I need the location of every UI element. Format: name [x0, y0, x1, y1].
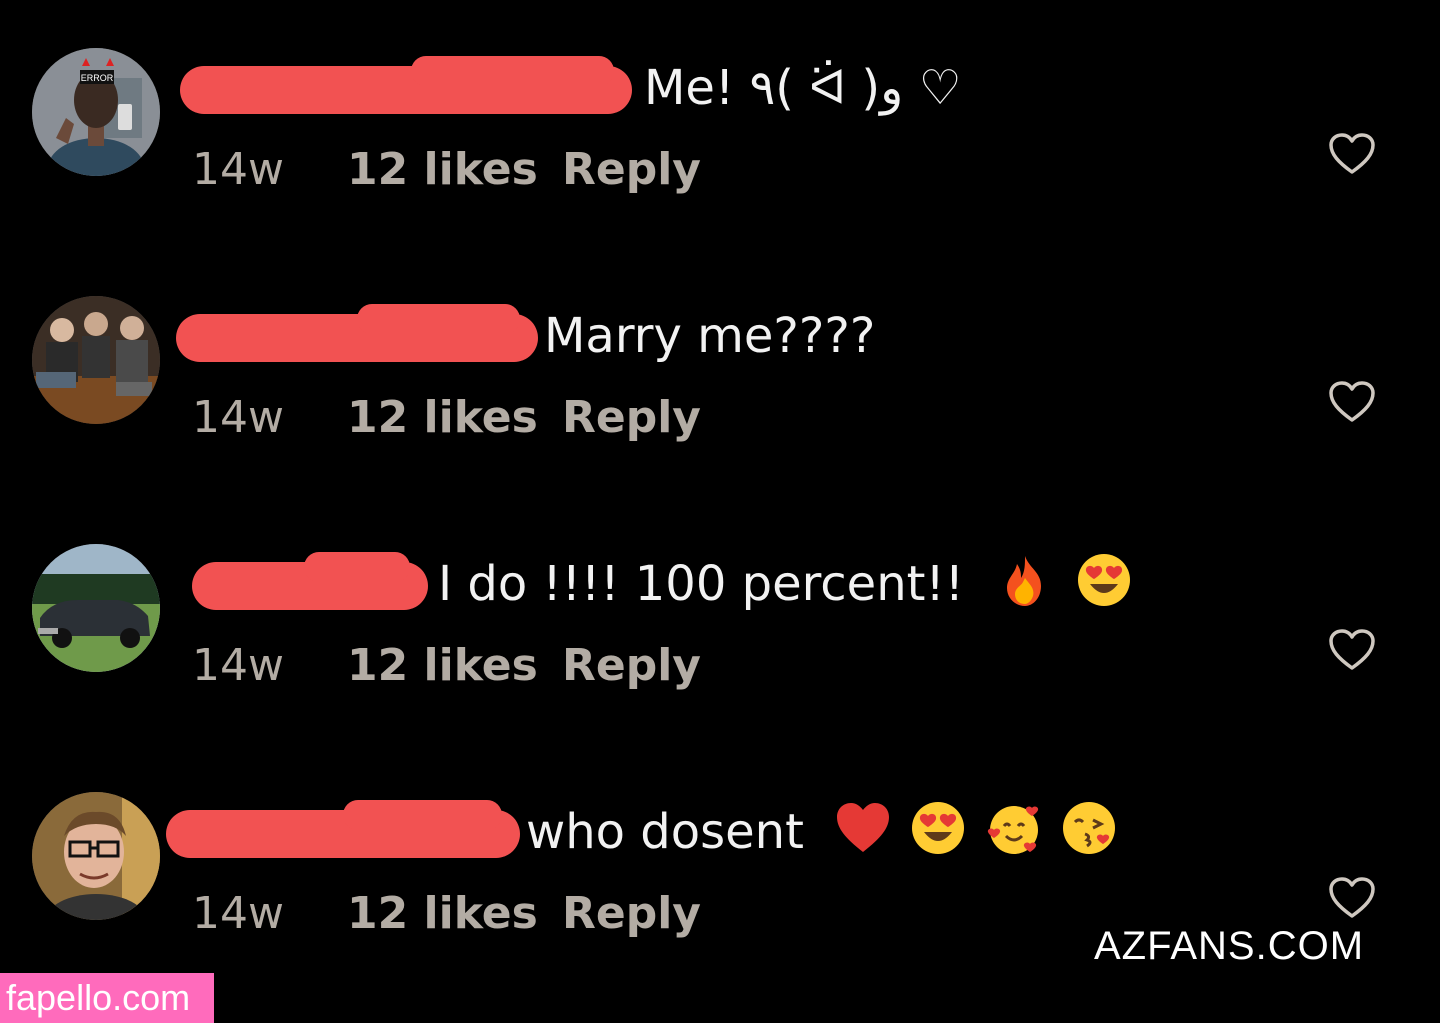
comment-item: I do !!!! 100 percent!! 14w 12 likes Rep…: [0, 544, 1440, 744]
comment-text: I do !!!! 100 percent!!: [438, 552, 1132, 616]
comment-text: Me! ٩( ᐛ )و ♡: [644, 60, 962, 116]
heart-eyes-emoji: [910, 800, 966, 856]
reply-button[interactable]: Reply: [562, 390, 701, 446]
comment-text-body: who dosent: [526, 804, 804, 860]
avatar[interactable]: [32, 544, 160, 672]
comment-likes[interactable]: 12 likes: [347, 390, 538, 446]
comment-item: Marry me???? 14w 12 likes Reply: [0, 296, 1440, 496]
redacted-username: [166, 800, 520, 858]
comment-likes[interactable]: 12 likes: [347, 886, 538, 942]
like-heart-icon[interactable]: [1328, 132, 1376, 176]
reply-button[interactable]: Reply: [562, 886, 701, 942]
reply-button[interactable]: Reply: [562, 142, 701, 198]
like-heart-icon[interactable]: [1328, 876, 1376, 920]
comment-time: 14w: [192, 144, 284, 195]
avatar[interactable]: [32, 792, 160, 920]
avatar[interactable]: ERROR: [32, 48, 160, 176]
comment-text: who dosent: [526, 800, 1117, 864]
reply-button[interactable]: Reply: [562, 638, 701, 694]
like-heart-icon[interactable]: [1328, 380, 1376, 424]
red-heart-emoji: [835, 800, 891, 856]
like-heart-icon[interactable]: [1328, 628, 1376, 672]
comment-time: 14w: [192, 640, 284, 691]
svg-text:ERROR: ERROR: [81, 73, 114, 83]
redacted-username: [176, 304, 538, 362]
avatar[interactable]: [32, 296, 160, 424]
comment-item: ERROR Me! ٩( ᐛ )و ♡ 14w 12 likes Reply: [0, 48, 1440, 248]
heart-eyes-emoji: [1076, 552, 1132, 608]
redacted-username: [192, 552, 428, 610]
fire-emoji: [997, 552, 1053, 608]
smiling-face-with-hearts-emoji: [986, 800, 1042, 856]
comment-text: Marry me????: [544, 308, 876, 364]
fapello-watermark: fapello.com: [0, 973, 214, 1023]
azfans-watermark: AZFANS.COM: [1094, 924, 1365, 968]
comment-likes[interactable]: 12 likes: [347, 142, 538, 198]
comment-time: 14w: [192, 392, 284, 443]
comment-text-body: I do !!!! 100 percent!!: [438, 556, 964, 612]
kissing-face-emoji: [1061, 800, 1117, 856]
redacted-username: [180, 56, 632, 114]
comment-likes[interactable]: 12 likes: [347, 638, 538, 694]
comment-time: 14w: [192, 888, 284, 939]
